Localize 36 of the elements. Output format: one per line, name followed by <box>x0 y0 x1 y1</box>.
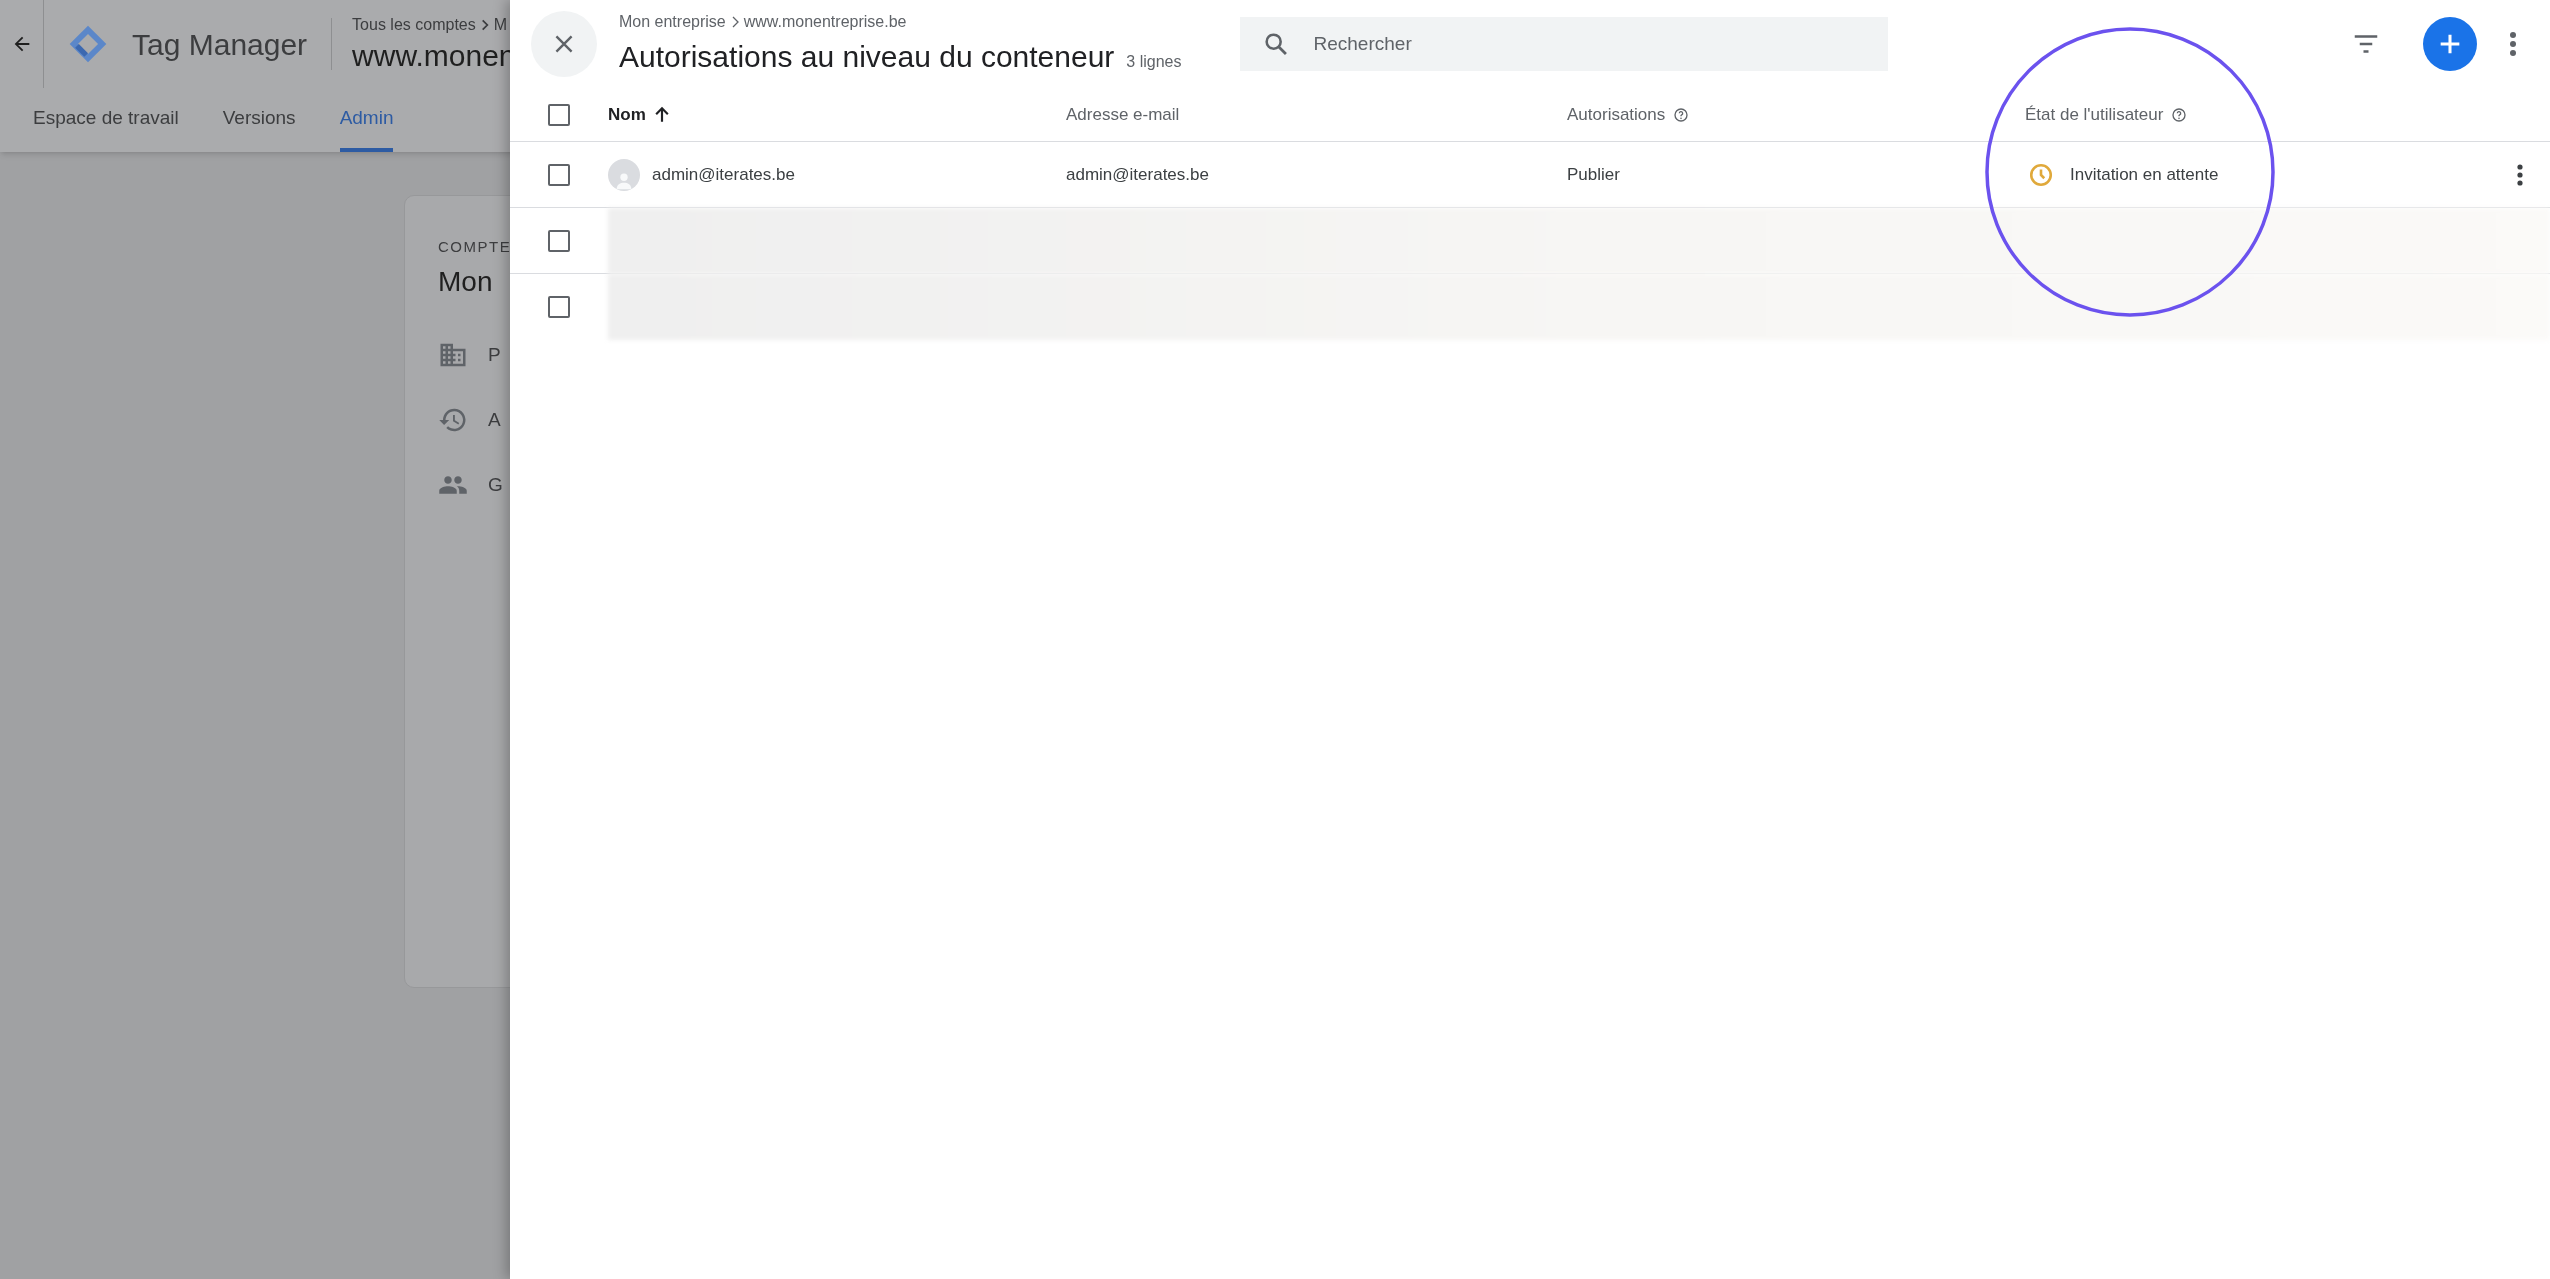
menu-item-label[interactable]: P <box>488 340 501 370</box>
panel-title: Autorisations au niveau du conteneur <box>619 38 1115 75</box>
clock-icon <box>2028 161 2054 188</box>
container-name: www.monen <box>352 38 516 74</box>
help-icon[interactable] <box>1673 106 1690 123</box>
nav-tab[interactable]: Versions <box>222 88 296 152</box>
breadcrumb-link[interactable]: Mon entreprise <box>619 9 726 34</box>
breadcrumb-link[interactable]: Tous les comptes <box>352 13 476 37</box>
app-title: Tag Manager <box>132 26 308 63</box>
card-label: COMPTE <box>438 237 512 257</box>
breadcrumb-link[interactable]: M <box>493 13 508 37</box>
user-name: admin@iterates.be <box>652 163 795 186</box>
add-button[interactable] <box>2423 17 2477 71</box>
row-count: 3 lignes <box>1126 51 1182 72</box>
column-header[interactable]: Autorisations <box>1567 101 1666 128</box>
column-header[interactable]: Nom <box>608 101 646 128</box>
checkbox[interactable] <box>548 103 570 126</box>
avatar <box>608 158 640 191</box>
account-name: Mon <box>438 264 493 299</box>
menu-item-label[interactable]: A <box>488 405 501 435</box>
column-header[interactable]: Adresse e-mail <box>1066 101 1180 128</box>
breadcrumb-link[interactable]: www.monentreprise.be <box>743 9 907 34</box>
menu-item-label[interactable]: G <box>488 470 503 500</box>
user-email: admin@iterates.be <box>1066 163 1210 186</box>
checkbox[interactable] <box>548 230 570 252</box>
checkbox[interactable] <box>548 296 570 318</box>
nav-tab[interactable]: Admin <box>339 88 394 152</box>
permission: Publier <box>1567 163 1621 186</box>
search-field[interactable]: Rechercher <box>1239 17 1888 71</box>
more-icon[interactable] <box>2509 31 2517 57</box>
checkbox[interactable] <box>548 163 570 186</box>
more-icon[interactable] <box>2516 162 2524 187</box>
help-icon[interactable] <box>2171 106 2188 123</box>
column-header[interactable]: État de l'utilisateur <box>2025 101 2164 128</box>
user-status: Invitation en attente <box>2070 163 2219 186</box>
nav-tab[interactable]: Espace de travail <box>33 88 179 152</box>
